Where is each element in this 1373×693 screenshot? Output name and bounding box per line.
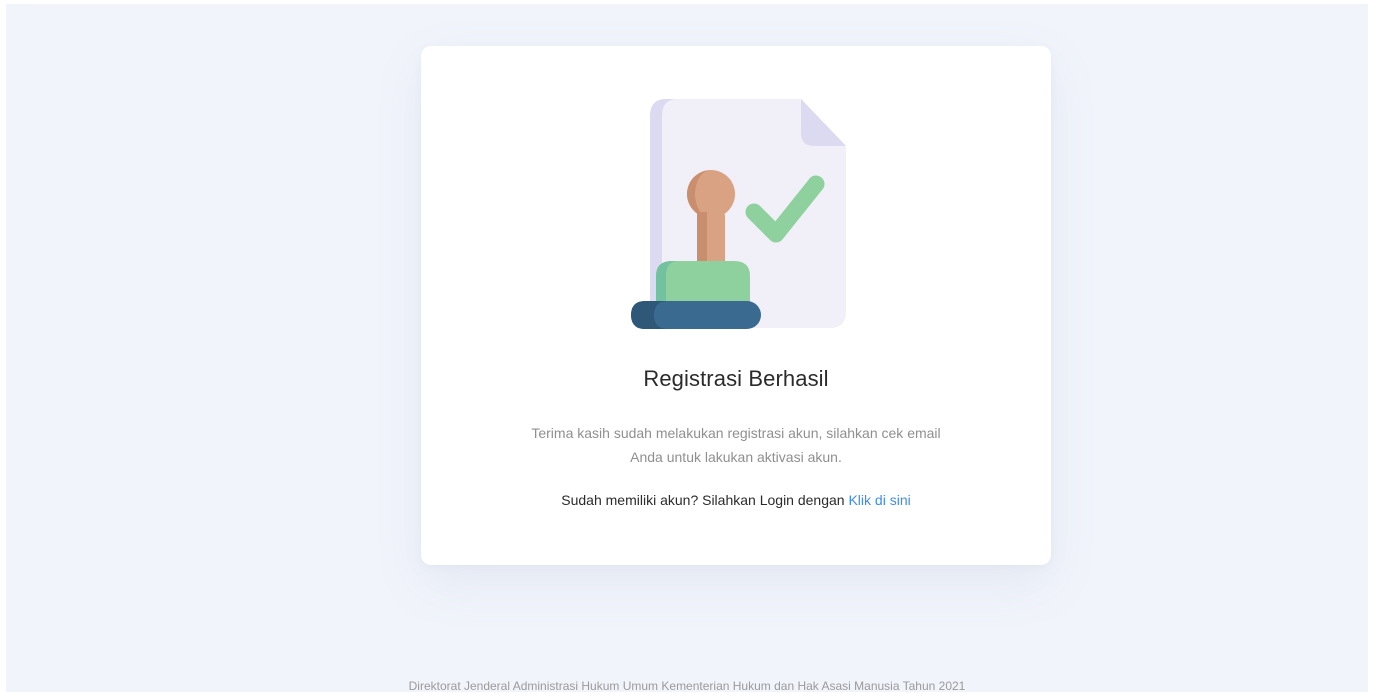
description-line: Terima kasih sudah melakukan registrasi … — [531, 425, 941, 441]
login-prompt: Sudah memiliki akun? Silahkan Login deng… — [421, 492, 1051, 508]
success-title: Registrasi Berhasil — [643, 366, 829, 391]
success-card: Registrasi Berhasil Terima kasih sudah m… — [421, 46, 1051, 565]
stamp-approved-document-icon — [631, 99, 846, 329]
description-line: Anda untuk lakukan aktivasi akun. — [630, 449, 842, 465]
login-prompt-text: Sudah memiliki akun? Silahkan Login deng… — [561, 492, 849, 508]
success-description: Terima kasih sudah melakukan registrasi … — [476, 421, 996, 469]
footer-text: Direktorat Jenderal Administrasi Hukum U… — [408, 679, 966, 693]
login-link[interactable]: Klik di sini — [848, 492, 910, 508]
page-background: Registrasi Berhasil Terima kasih sudah m… — [6, 4, 1368, 693]
